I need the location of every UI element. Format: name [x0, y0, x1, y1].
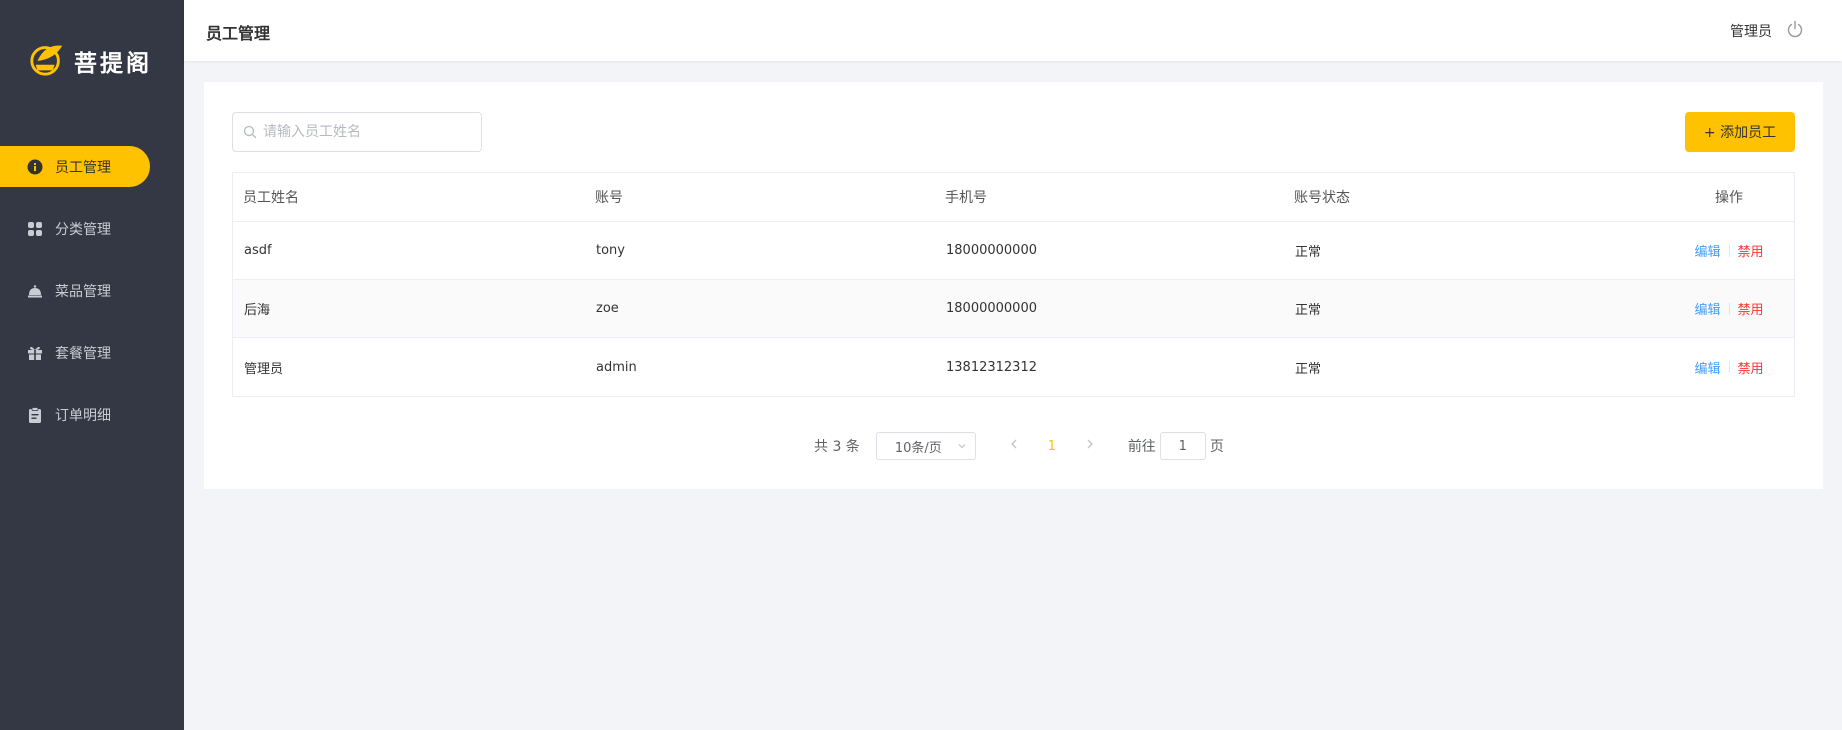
cell-actions: 编辑 禁用 [1614, 241, 1794, 260]
disable-link[interactable]: 禁用 [1738, 358, 1764, 377]
sidebar-item-combos[interactable]: 套餐管理 [0, 332, 184, 373]
cell-name: 后海 [244, 303, 271, 318]
edit-link[interactable]: 编辑 [1694, 358, 1720, 377]
edit-link[interactable]: 编辑 [1694, 299, 1720, 318]
cell-status: 正常 [1295, 303, 1322, 318]
cell-status: 正常 [1295, 245, 1322, 260]
cell-phone: 13812312312 [946, 359, 1037, 375]
sidebar-item-dishes[interactable]: 菜品管理 [0, 270, 184, 311]
action-divider [1728, 244, 1730, 257]
search-input[interactable] [263, 124, 463, 140]
gift-icon [27, 345, 43, 361]
cell-status: 正常 [1295, 361, 1322, 377]
goto-prefix: 前往 [1127, 439, 1156, 455]
cell-actions: 编辑 禁用 [1614, 299, 1794, 318]
cell-account: admin [596, 359, 637, 375]
add-employee-button[interactable]: + 添加员工 [1685, 112, 1795, 152]
action-divider [1728, 302, 1730, 315]
brand-name: 菩提阁 [74, 51, 152, 77]
dish-icon [27, 283, 43, 299]
cell-account: zoe [596, 301, 619, 316]
column-header-name: 员工姓名 [243, 190, 299, 206]
page-size-value: 10条/页 [894, 440, 942, 456]
sidebar-item-orders[interactable]: 订单明细 [0, 394, 184, 435]
sidebar-item-label: 分类管理 [55, 221, 111, 238]
table-row: 管理员 admin 13812312312 正常 编辑 禁用 [233, 338, 1794, 396]
disable-link[interactable]: 禁用 [1738, 299, 1764, 318]
employee-icon [27, 159, 43, 175]
employee-panel: + 添加员工 员工姓名 账号 手机号 账号状态 操作 asdf tony 180… [204, 82, 1823, 489]
cell-name: 管理员 [244, 361, 284, 377]
logo-icon [28, 40, 66, 82]
category-icon [27, 221, 43, 237]
prev-page-button[interactable] [996, 438, 1032, 454]
table-row: 后海 zoe 18000000000 正常 编辑 禁用 [233, 280, 1794, 338]
top-header: 员工管理 管理员 [184, 0, 1842, 61]
search-icon [243, 125, 263, 139]
cell-actions: 编辑 禁用 [1614, 358, 1794, 377]
pagination: 共 3 条 10条/页 1 前往 页 [814, 432, 1224, 460]
sidebar-item-label: 套餐管理 [55, 345, 111, 362]
cell-phone: 18000000000 [946, 301, 1037, 316]
chevron-left-icon [1009, 438, 1019, 450]
power-icon[interactable] [1786, 20, 1804, 38]
page-number-current[interactable]: 1 [1032, 439, 1072, 454]
sidebar-item-label: 菜品管理 [55, 283, 111, 300]
sidebar-item-label: 订单明细 [55, 407, 111, 424]
sidebar-item-categories[interactable]: 分类管理 [0, 208, 184, 249]
current-user[interactable]: 管理员 [1730, 21, 1772, 41]
cell-name: asdf [244, 243, 272, 258]
sidebar-nav: 员工管理 分类管理 菜品管理 套餐管理 订单明细 [0, 146, 184, 456]
cell-phone: 18000000000 [946, 243, 1037, 258]
sidebar: 菩提阁 员工管理 分类管理 菜品管理 套餐管理 订单明细 [0, 0, 184, 730]
brand-logo[interactable]: 菩提阁 [28, 40, 152, 82]
total-count: 共 3 条 [814, 439, 860, 455]
goto-page-input[interactable] [1159, 432, 1206, 460]
chevron-right-icon [1085, 438, 1095, 450]
page-title: 员工管理 [206, 24, 271, 43]
next-page-button[interactable] [1072, 438, 1108, 454]
cell-account: tony [596, 243, 625, 258]
column-header-account: 账号 [595, 190, 623, 206]
clipboard-icon [27, 406, 43, 423]
search-field[interactable] [232, 112, 482, 152]
column-header-status: 账号状态 [1294, 190, 1350, 206]
page-size-select[interactable]: 10条/页 [875, 432, 976, 460]
sidebar-item-employees[interactable]: 员工管理 [0, 146, 150, 187]
employee-table: 员工姓名 账号 手机号 账号状态 操作 asdf tony 1800000000… [232, 172, 1795, 397]
page-jumper: 前往 页 [1128, 432, 1224, 460]
action-divider [1728, 361, 1730, 373]
column-header-actions: 操作 [1715, 190, 1743, 206]
goto-suffix: 页 [1209, 439, 1224, 455]
sidebar-item-label: 员工管理 [55, 159, 111, 176]
edit-link[interactable]: 编辑 [1694, 241, 1720, 260]
table-header-row: 员工姓名 账号 手机号 账号状态 操作 [233, 173, 1794, 222]
table-row: asdf tony 18000000000 正常 编辑 禁用 [233, 222, 1794, 280]
disable-link[interactable]: 禁用 [1738, 241, 1764, 260]
column-header-phone: 手机号 [945, 190, 987, 206]
chevron-down-icon [957, 441, 967, 451]
